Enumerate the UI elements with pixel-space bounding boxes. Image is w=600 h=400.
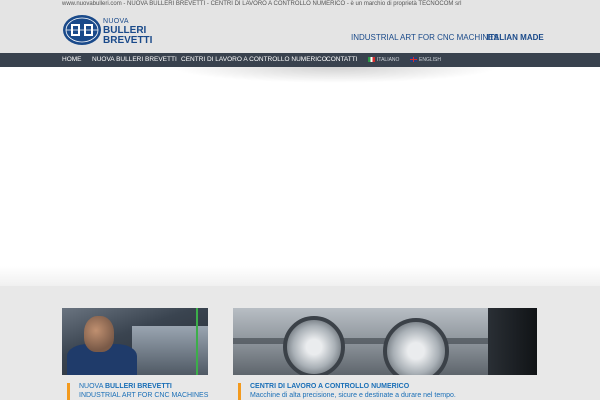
- photo-machine-disc-right: [383, 318, 449, 375]
- feature-caption-centri[interactable]: CENTRI DI LAVORO A CONTROLLO NUMERICO Ma…: [238, 383, 456, 400]
- nav-item-home[interactable]: HOME: [62, 56, 82, 70]
- photo-machine-disc-left: [283, 316, 345, 375]
- feature-photo-operator[interactable]: [62, 308, 208, 375]
- feature-title-centri: CENTRI DI LAVORO A CONTROLLO NUMERICO: [250, 383, 456, 390]
- top-info-text: www.nuovabulleri.com - NUOVA BULLERI BRE…: [62, 1, 462, 7]
- uk-flag-icon: [410, 57, 417, 62]
- feature-subtitle-centri: Macchine di alta precisione, sicure e de…: [250, 392, 456, 399]
- photo-operator-head: [84, 316, 114, 352]
- feature-title-bulleri-bold: BULLERI BREVETTI: [104, 383, 172, 390]
- language-english[interactable]: ENGLISH: [410, 57, 441, 63]
- nav-drop-shadow: [170, 67, 500, 83]
- nav-item-contatti[interactable]: CONTATTI: [326, 56, 358, 63]
- feature-subtitle-bulleri: INDUSTRIAL ART FOR CNC MACHINES: [79, 392, 209, 399]
- it-flag-icon: [368, 57, 375, 62]
- language-italiano-label: ITALIANO: [377, 57, 400, 63]
- logo-text-nuova: NUOVA: [103, 18, 129, 25]
- logo-emblem-icon: [63, 15, 101, 45]
- logo-text-brevetti: BREVETTI: [103, 35, 153, 46]
- feature-title-centri-bold: CENTRI DI LAVORO A CONTROLLO NUMERICO: [250, 383, 410, 390]
- photo-green-cable: [196, 308, 198, 375]
- header-tagline-industrial-art: INDUSTRIAL ART FOR CNC MACHINES: [351, 33, 499, 42]
- header-tagline-italian-made: ITALIAN MADE: [487, 33, 544, 42]
- photo-machine-brush: [488, 308, 537, 375]
- nav-item-nuova-bulleri-brevetti[interactable]: NUOVA BULLERI BREVETTI: [92, 56, 177, 63]
- logo-wordmark: NUOVA BULLERI BREVETTI: [103, 18, 152, 46]
- site-logo[interactable]: NUOVA BULLERI BREVETTI: [62, 14, 172, 48]
- main-nav: HOME NUOVA BULLERI BREVETTI CENTRI DI LA…: [0, 53, 600, 70]
- top-info-bar: www.nuovabulleri.com - NUOVA BULLERI BRE…: [0, 0, 600, 10]
- feature-photo-cnc-machine[interactable]: [233, 308, 537, 375]
- hero-slider: [0, 67, 600, 279]
- language-italiano[interactable]: ITALIANO: [368, 57, 399, 63]
- feature-caption-bulleri[interactable]: NUOVA BULLERI BREVETTI INDUSTRIAL ART FO…: [67, 383, 208, 400]
- feature-title-bulleri-light: NUOVA: [79, 383, 105, 390]
- language-english-label: ENGLISH: [419, 57, 441, 63]
- nav-item-centri-di-lavoro[interactable]: CENTRI DI LAVORO A CONTROLLO NUMERICO: [181, 56, 327, 63]
- site-header: NUOVA BULLERI BREVETTI INDUSTRIAL ART FO…: [0, 10, 600, 53]
- slider-bottom-shadow: [0, 266, 600, 286]
- feature-title-bulleri: NUOVA BULLERI BREVETTI: [79, 383, 208, 390]
